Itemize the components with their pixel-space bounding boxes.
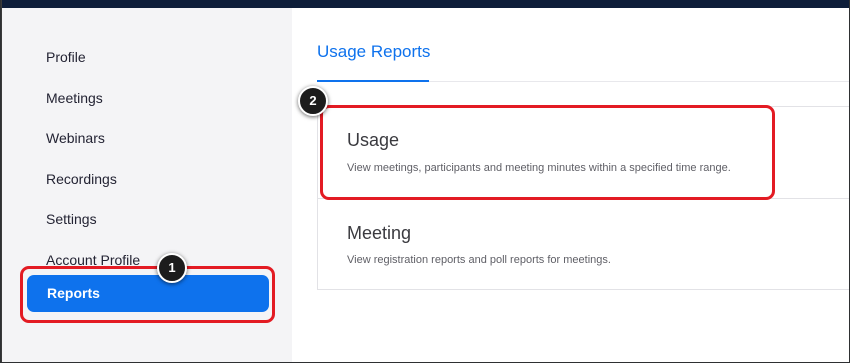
- meeting-card-description: View registration reports and poll repor…: [347, 254, 611, 266]
- sidebar-item-settings[interactable]: Settings: [46, 211, 97, 227]
- active-tab-indicator: [317, 80, 429, 82]
- step-badge-1: 1: [157, 253, 187, 283]
- sidebar-item-meetings[interactable]: Meetings: [46, 90, 103, 106]
- tab-divider: [429, 81, 849, 82]
- meeting-report-card[interactable]: Meeting View registration reports and po…: [318, 199, 849, 290]
- step-badge-2: 2: [298, 86, 328, 116]
- sidebar-item-recordings[interactable]: Recordings: [46, 171, 117, 187]
- app-window: Profile Meetings Webinars Recordings Set…: [1, 0, 849, 362]
- sidebar-item-profile[interactable]: Profile: [46, 49, 86, 65]
- meeting-card-title: Meeting: [347, 223, 412, 243]
- tab-usage-reports[interactable]: Usage Reports: [317, 42, 430, 62]
- sidebar-item-reports[interactable]: Reports: [27, 275, 269, 312]
- usage-highlight-outline: [320, 105, 775, 200]
- top-navigation-bar: [2, 0, 849, 8]
- sidebar-item-webinars[interactable]: Webinars: [46, 130, 105, 146]
